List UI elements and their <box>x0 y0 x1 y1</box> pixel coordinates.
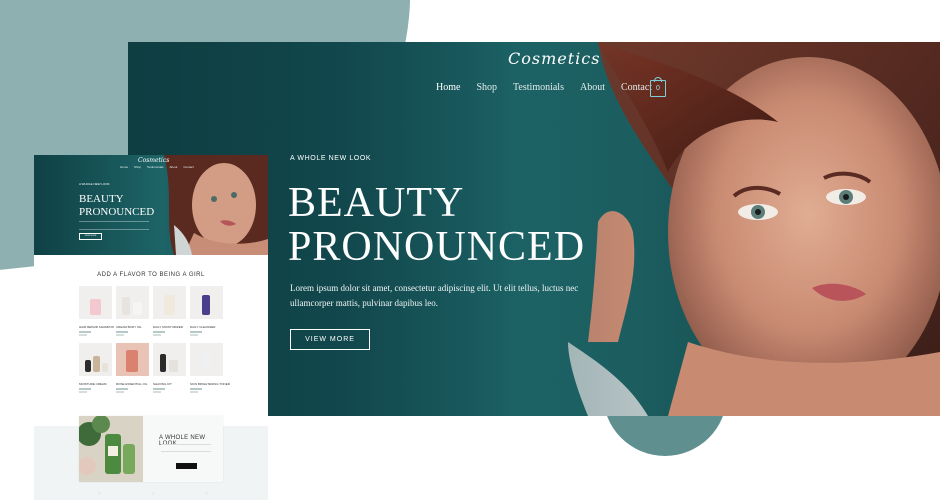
product-rating <box>116 334 124 336</box>
product-name: MOISTURE CREAM <box>79 382 107 386</box>
mini-icons-row: ◌ ◌ ◌ <box>98 491 208 497</box>
mini-feature-icon: ◌ <box>98 491 101 497</box>
nav-shop[interactable]: Shop <box>476 82 497 93</box>
mini-hero-portrait <box>164 155 268 255</box>
product-name: ROSE ESSENTIAL OIL <box>116 382 148 386</box>
mini-description <box>79 221 149 230</box>
hero-headline-line1: BEAUTY <box>288 180 465 226</box>
product-image <box>153 286 186 319</box>
mini-nav-about: About <box>169 165 178 169</box>
nav-contact[interactable]: Contact <box>621 82 652 93</box>
mini-feature-text <box>161 444 211 452</box>
product-price <box>153 388 165 390</box>
product-card: MOISTURE CREAM <box>79 343 112 393</box>
brand-logo[interactable]: Cosmetics <box>508 49 599 68</box>
product-name: HAIR REPAIR SHAMPOO <box>79 325 115 329</box>
product-image <box>79 286 112 319</box>
product-name: DAILY CLEANSER <box>190 325 216 329</box>
mini-nav-testimonials: Testimonials <box>147 165 164 169</box>
mini-feature-image <box>79 416 143 482</box>
nav-about[interactable]: About <box>580 82 605 93</box>
mini-logo: Cosmetics <box>138 157 170 164</box>
view-more-button[interactable]: VIEW MORE <box>290 329 370 350</box>
product-image <box>79 343 112 376</box>
mini-headline-line2: PRONOUNCED <box>79 206 155 218</box>
hero-description-line2: ullamcorper mattis, pulvinar dapibus leo… <box>290 298 438 308</box>
full-page-mockup: Cosmetics Home Shop Testimonials About C… <box>34 155 268 500</box>
product-card: DAILY MOISTURIZER <box>153 286 186 336</box>
mini-nav-shop: Shop <box>134 165 142 169</box>
hero-headline-line2: PRONOUNCED <box>288 224 586 270</box>
product-rating <box>153 391 161 393</box>
product-price <box>116 331 128 333</box>
product-card: HAIR REPAIR SHAMPOO <box>79 286 115 336</box>
hero-description-line1: Lorem ipsum dolor sit amet, consectetur … <box>290 283 579 293</box>
product-name: DAILY MOISTURIZER <box>153 325 183 329</box>
product-rating <box>190 334 198 336</box>
product-rating <box>79 334 87 336</box>
product-card: CREAM BODY OIL <box>116 286 149 336</box>
mini-eyebrow: A WHOLE NEW LOOK <box>79 182 110 186</box>
mini-nav: Home Shop Testimonials About Contact <box>120 165 194 169</box>
product-image <box>153 343 186 376</box>
product-name: SHAVING KIT <box>153 382 172 386</box>
mini-headline-line1: BEAUTY <box>79 193 124 205</box>
main-nav: Home Shop Testimonials About Contact <box>436 82 652 93</box>
mini-headline: BEAUTY PRONOUNCED <box>79 193 154 219</box>
product-image <box>116 343 149 376</box>
product-rating <box>190 391 198 393</box>
mini-nav-home: Home <box>120 165 129 169</box>
product-price <box>79 388 91 390</box>
product-rating <box>79 391 87 393</box>
product-card: ROSE ESSENTIAL OIL <box>116 343 149 393</box>
mini-section-title: ADD A FLAVOR TO BEING A GIRL <box>97 272 205 278</box>
product-name: SKIN BRIGHTENING TONER <box>190 382 230 386</box>
product-image <box>190 343 223 376</box>
mini-feature-button <box>176 463 197 469</box>
cart-icon[interactable]: 0 <box>650 77 666 97</box>
mini-nav-contact: Contact <box>183 165 194 169</box>
hero-description: Lorem ipsum dolor sit amet, consectetur … <box>290 281 580 311</box>
product-name: CREAM BODY OIL <box>116 325 142 329</box>
mini-feature-card: A WHOLE NEW LOOK <box>79 416 223 482</box>
product-price <box>116 388 128 390</box>
hero-eyebrow: A WHOLE NEW LOOK <box>290 155 372 162</box>
product-price <box>153 331 165 333</box>
product-price <box>190 388 202 390</box>
product-card: SKIN BRIGHTENING TONER <box>190 343 230 393</box>
product-rating <box>116 391 124 393</box>
mini-feature-icon: ◌ <box>205 491 208 497</box>
product-price <box>190 331 202 333</box>
product-image <box>116 286 149 319</box>
product-card: SHAVING KIT <box>153 343 186 393</box>
nav-home[interactable]: Home <box>436 82 460 93</box>
hero-headline: BEAUTY PRONOUNCED <box>288 181 585 269</box>
nav-testimonials[interactable]: Testimonials <box>513 82 564 93</box>
mini-feature-icon: ◌ <box>151 491 155 497</box>
product-image <box>190 286 223 319</box>
mini-view-more-button: VIEW MORE <box>79 233 102 240</box>
product-rating <box>153 334 161 336</box>
product-card: DAILY CLEANSER <box>190 286 223 336</box>
product-price <box>79 331 91 333</box>
mini-hero: Cosmetics Home Shop Testimonials About C… <box>34 155 268 255</box>
